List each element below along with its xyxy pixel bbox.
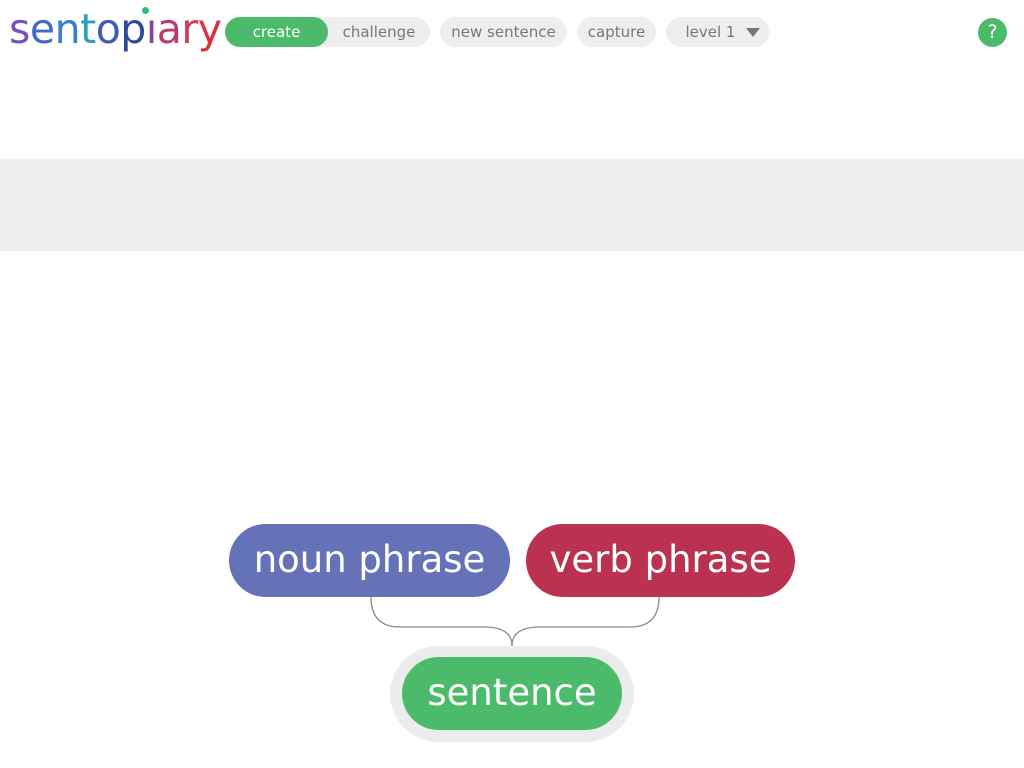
- logo-letter: s: [9, 5, 30, 53]
- challenge-mode-button[interactable]: challenge: [328, 17, 430, 47]
- logo-dot: [142, 7, 149, 14]
- sentopiary-logo: sentopıary: [9, 2, 222, 56]
- logo-letter: y: [197, 5, 222, 53]
- caret-down-icon: [746, 28, 760, 37]
- logo-letter: e: [29, 5, 55, 53]
- logo-letter: n: [54, 5, 81, 53]
- new-sentence-button[interactable]: new sentence: [440, 17, 567, 47]
- connector-verb-phrase: [511, 596, 660, 647]
- logo-letter: a: [156, 5, 182, 53]
- level-dropdown[interactable]: level 1: [666, 17, 769, 47]
- logo-letter: r: [181, 5, 198, 53]
- capture-button[interactable]: capture: [577, 17, 656, 47]
- create-mode-button[interactable]: create: [225, 17, 328, 47]
- sentence-node[interactable]: sentence: [402, 657, 622, 730]
- sentence-band: [0, 159, 1024, 251]
- connector-noun-phrase: [370, 596, 513, 647]
- verb-phrase-node[interactable]: verb phrase: [526, 524, 795, 597]
- help-button[interactable]: ?: [978, 18, 1007, 47]
- mode-toggle[interactable]: create challenge: [225, 17, 430, 47]
- noun-phrase-node[interactable]: noun phrase: [229, 524, 510, 597]
- app-root: sentopıary create challenge new sentence…: [0, 0, 1024, 768]
- logo-letter: t: [80, 5, 96, 53]
- logo-letter: o: [95, 5, 121, 53]
- level-dropdown-label: level 1: [685, 23, 736, 41]
